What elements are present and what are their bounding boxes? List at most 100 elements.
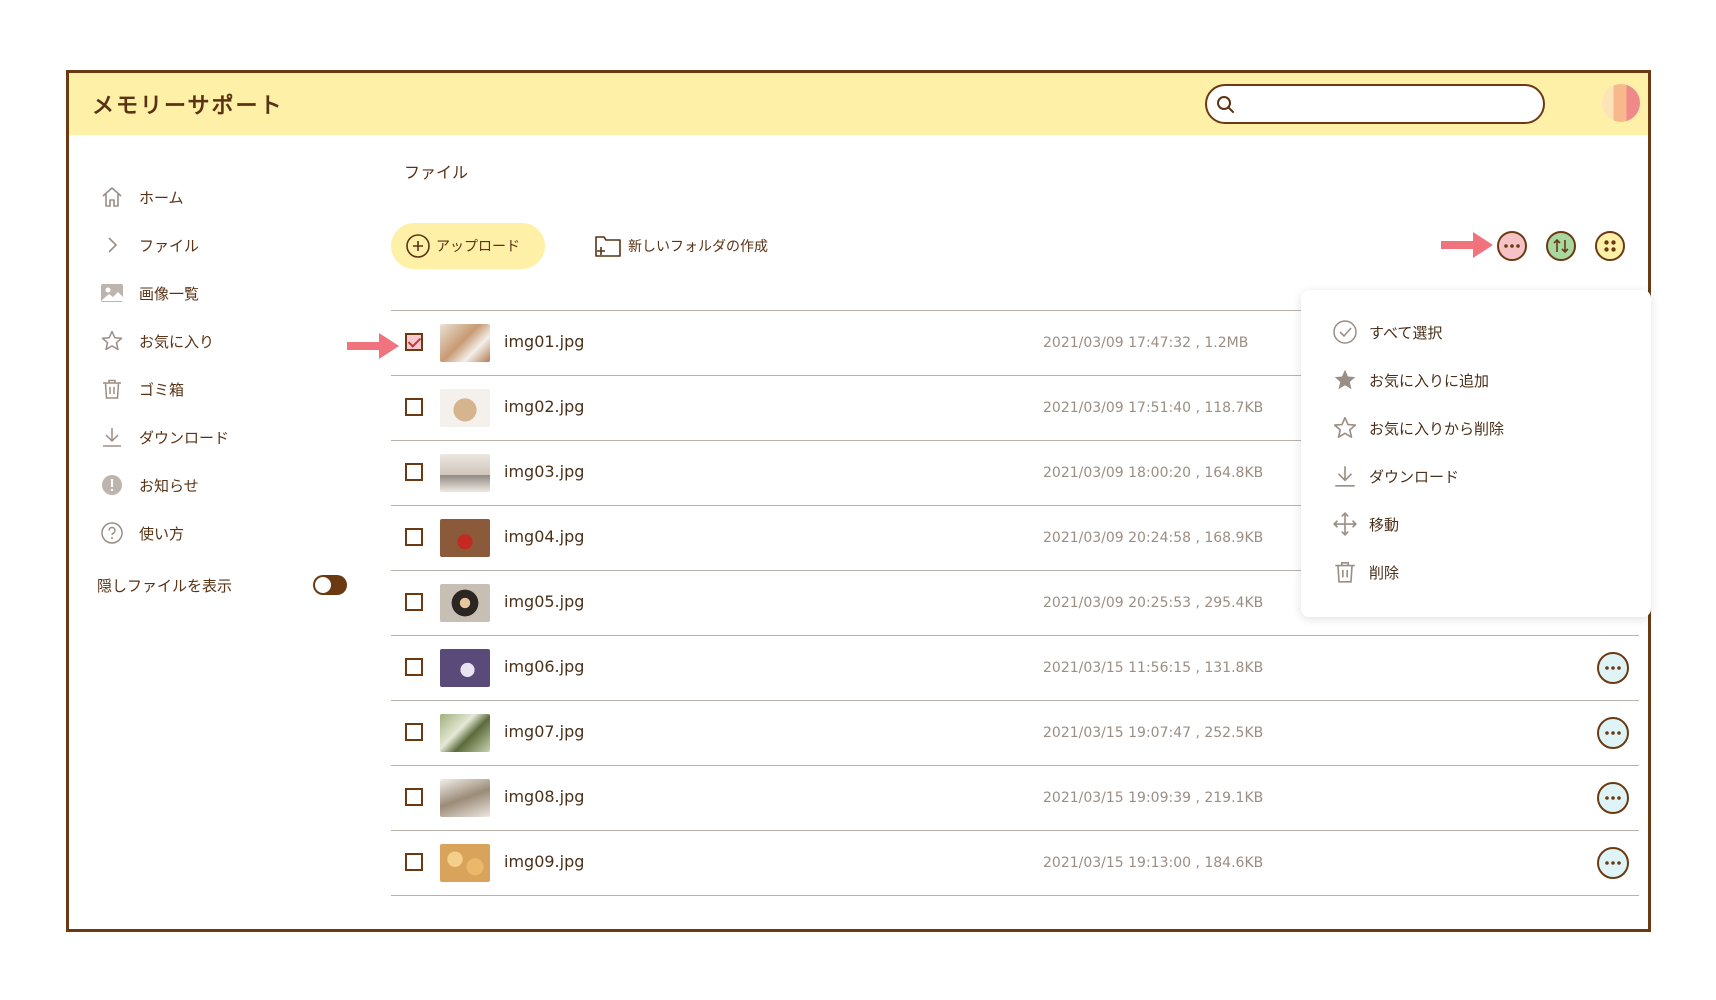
table-row[interactable]: img07.jpg 2021/03/15 19:07:47 , 252.5KB: [391, 700, 1639, 765]
row-checkbox[interactable]: [405, 593, 423, 611]
menu-item-remove-favorite[interactable]: お気に入りから削除: [1301, 404, 1651, 452]
row-more-button[interactable]: [1597, 847, 1629, 879]
more-dots-icon: [1605, 731, 1621, 735]
sort-button[interactable]: [1546, 231, 1576, 261]
row-more-button[interactable]: [1597, 717, 1629, 749]
search-box[interactable]: [1205, 84, 1545, 124]
menu-item-label: ダウンロード: [1369, 467, 1460, 486]
file-thumbnail: [440, 519, 490, 557]
menu-item-label: 削除: [1369, 563, 1400, 582]
trash-icon: [1331, 558, 1359, 586]
file-name: img04.jpg: [504, 527, 585, 546]
file-thumbnail: [440, 779, 490, 817]
file-thumbnail: [440, 844, 490, 882]
search-input[interactable]: [1245, 92, 1534, 118]
sidebar-item-label: 使い方: [139, 524, 185, 543]
file-thumbnail: [440, 714, 490, 752]
file-thumbnail: [440, 454, 490, 492]
sidebar: ホーム ファイル 画像一覧 お気に入り ゴミ箱 ダウンロード お知らせ 使い方 …: [97, 173, 367, 609]
sidebar-item-images[interactable]: 画像一覧: [97, 269, 367, 317]
sidebar-item-label: お知らせ: [139, 476, 199, 495]
file-thumbnail: [440, 584, 490, 622]
row-more-button[interactable]: [1597, 782, 1629, 814]
row-checkbox[interactable]: [405, 398, 423, 416]
file-meta: 2021/03/09 20:24:58 , 168.9KB: [1043, 530, 1264, 546]
plus-circle-icon: [406, 234, 430, 258]
file-meta: 2021/03/09 17:47:32 , 1.2MB: [1043, 335, 1249, 351]
more-actions-menu: すべて選択 お気に入りに追加 お気に入りから削除 ダウンロード 移動 削除: [1301, 290, 1651, 617]
download-icon: [1331, 462, 1359, 490]
row-checkbox[interactable]: [405, 333, 423, 351]
row-checkbox[interactable]: [405, 658, 423, 676]
menu-item-download[interactable]: ダウンロード: [1301, 452, 1651, 500]
new-folder-label: 新しいフォルダの作成: [628, 239, 768, 255]
row-checkbox[interactable]: [405, 723, 423, 741]
app-frame: メモリーサポート ホーム ファイル 画像一覧 お気に入り ゴミ箱 ダウンロード …: [66, 70, 1651, 932]
file-thumbnail: [440, 324, 490, 362]
star-icon: [97, 326, 127, 356]
file-name: img07.jpg: [504, 722, 585, 741]
sidebar-item-help[interactable]: 使い方: [97, 509, 367, 557]
sidebar-item-favorites[interactable]: お気に入り: [97, 317, 367, 365]
chevron-right-icon: [97, 230, 127, 260]
sidebar-item-notices[interactable]: お知らせ: [97, 461, 367, 509]
star-filled-icon: [1331, 366, 1359, 394]
hidden-files-toggle[interactable]: [313, 575, 347, 595]
menu-item-delete[interactable]: 削除: [1301, 548, 1651, 596]
sidebar-item-download[interactable]: ダウンロード: [97, 413, 367, 461]
move-icon: [1331, 510, 1359, 538]
sidebar-item-label: 画像一覧: [139, 284, 200, 303]
file-name: img06.jpg: [504, 657, 585, 676]
breadcrumb: ファイル: [404, 163, 469, 182]
sidebar-item-label: ゴミ箱: [139, 380, 185, 399]
new-folder-button[interactable]: 新しいフォルダの作成: [594, 233, 768, 259]
file-thumbnail: [440, 649, 490, 687]
menu-item-move[interactable]: 移動: [1301, 500, 1651, 548]
info-icon: [97, 470, 127, 500]
row-checkbox[interactable]: [405, 788, 423, 806]
help-icon: [97, 518, 127, 548]
search-icon: [1217, 96, 1234, 113]
file-name: img08.jpg: [504, 787, 585, 806]
image-icon: [97, 278, 127, 308]
sidebar-item-trash[interactable]: ゴミ箱: [97, 365, 367, 413]
sidebar-item-files[interactable]: ファイル: [97, 221, 367, 269]
upload-label: アップロード: [436, 238, 520, 254]
hidden-files-row: 隠しファイルを表示: [97, 561, 367, 609]
menu-item-label: 移動: [1369, 515, 1400, 534]
upload-button[interactable]: アップロード: [391, 223, 545, 269]
more-actions-button[interactable]: [1497, 231, 1527, 261]
table-row[interactable]: img06.jpg 2021/03/15 11:56:15 , 131.8KB: [391, 635, 1639, 700]
header: メモリーサポート: [69, 73, 1648, 135]
row-checkbox[interactable]: [405, 528, 423, 546]
grid-view-button[interactable]: [1595, 231, 1625, 261]
file-name: img05.jpg: [504, 592, 585, 611]
menu-item-label: お気に入りに追加: [1369, 371, 1490, 390]
file-meta: 2021/03/09 17:51:40 , 118.7KB: [1043, 400, 1264, 416]
row-checkbox[interactable]: [405, 463, 423, 481]
sidebar-item-home[interactable]: ホーム: [97, 173, 367, 221]
sidebar-item-label: ファイル: [139, 236, 200, 255]
file-meta: 2021/03/15 19:07:47 , 252.5KB: [1043, 725, 1264, 741]
sidebar-item-label: お気に入り: [139, 332, 215, 351]
download-icon: [97, 422, 127, 452]
sort-arrows-icon: [1553, 238, 1569, 254]
table-row[interactable]: img08.jpg 2021/03/15 19:09:39 , 219.1KB: [391, 765, 1639, 830]
star-outline-icon: [1331, 414, 1359, 442]
menu-item-select-all[interactable]: すべて選択: [1301, 308, 1651, 356]
row-checkbox[interactable]: [405, 853, 423, 871]
table-row[interactable]: img09.jpg 2021/03/15 19:13:00 , 184.6KB: [391, 830, 1639, 896]
file-name: img01.jpg: [504, 332, 585, 351]
arrow-pointer-icon: [1441, 232, 1493, 258]
menu-item-add-favorite[interactable]: お気に入りに追加: [1301, 356, 1651, 404]
app-title: メモリーサポート: [92, 94, 284, 119]
file-name: img02.jpg: [504, 397, 585, 416]
avatar[interactable]: [1602, 84, 1640, 122]
row-more-button[interactable]: [1597, 652, 1629, 684]
file-meta: 2021/03/09 18:00:20 , 164.8KB: [1043, 465, 1264, 481]
folder-plus-icon: [595, 236, 621, 257]
file-name: img03.jpg: [504, 462, 585, 481]
sidebar-item-label: ホーム: [139, 188, 184, 207]
hidden-files-label: 隠しファイルを表示: [97, 576, 233, 595]
more-dots-icon: [1605, 861, 1621, 865]
